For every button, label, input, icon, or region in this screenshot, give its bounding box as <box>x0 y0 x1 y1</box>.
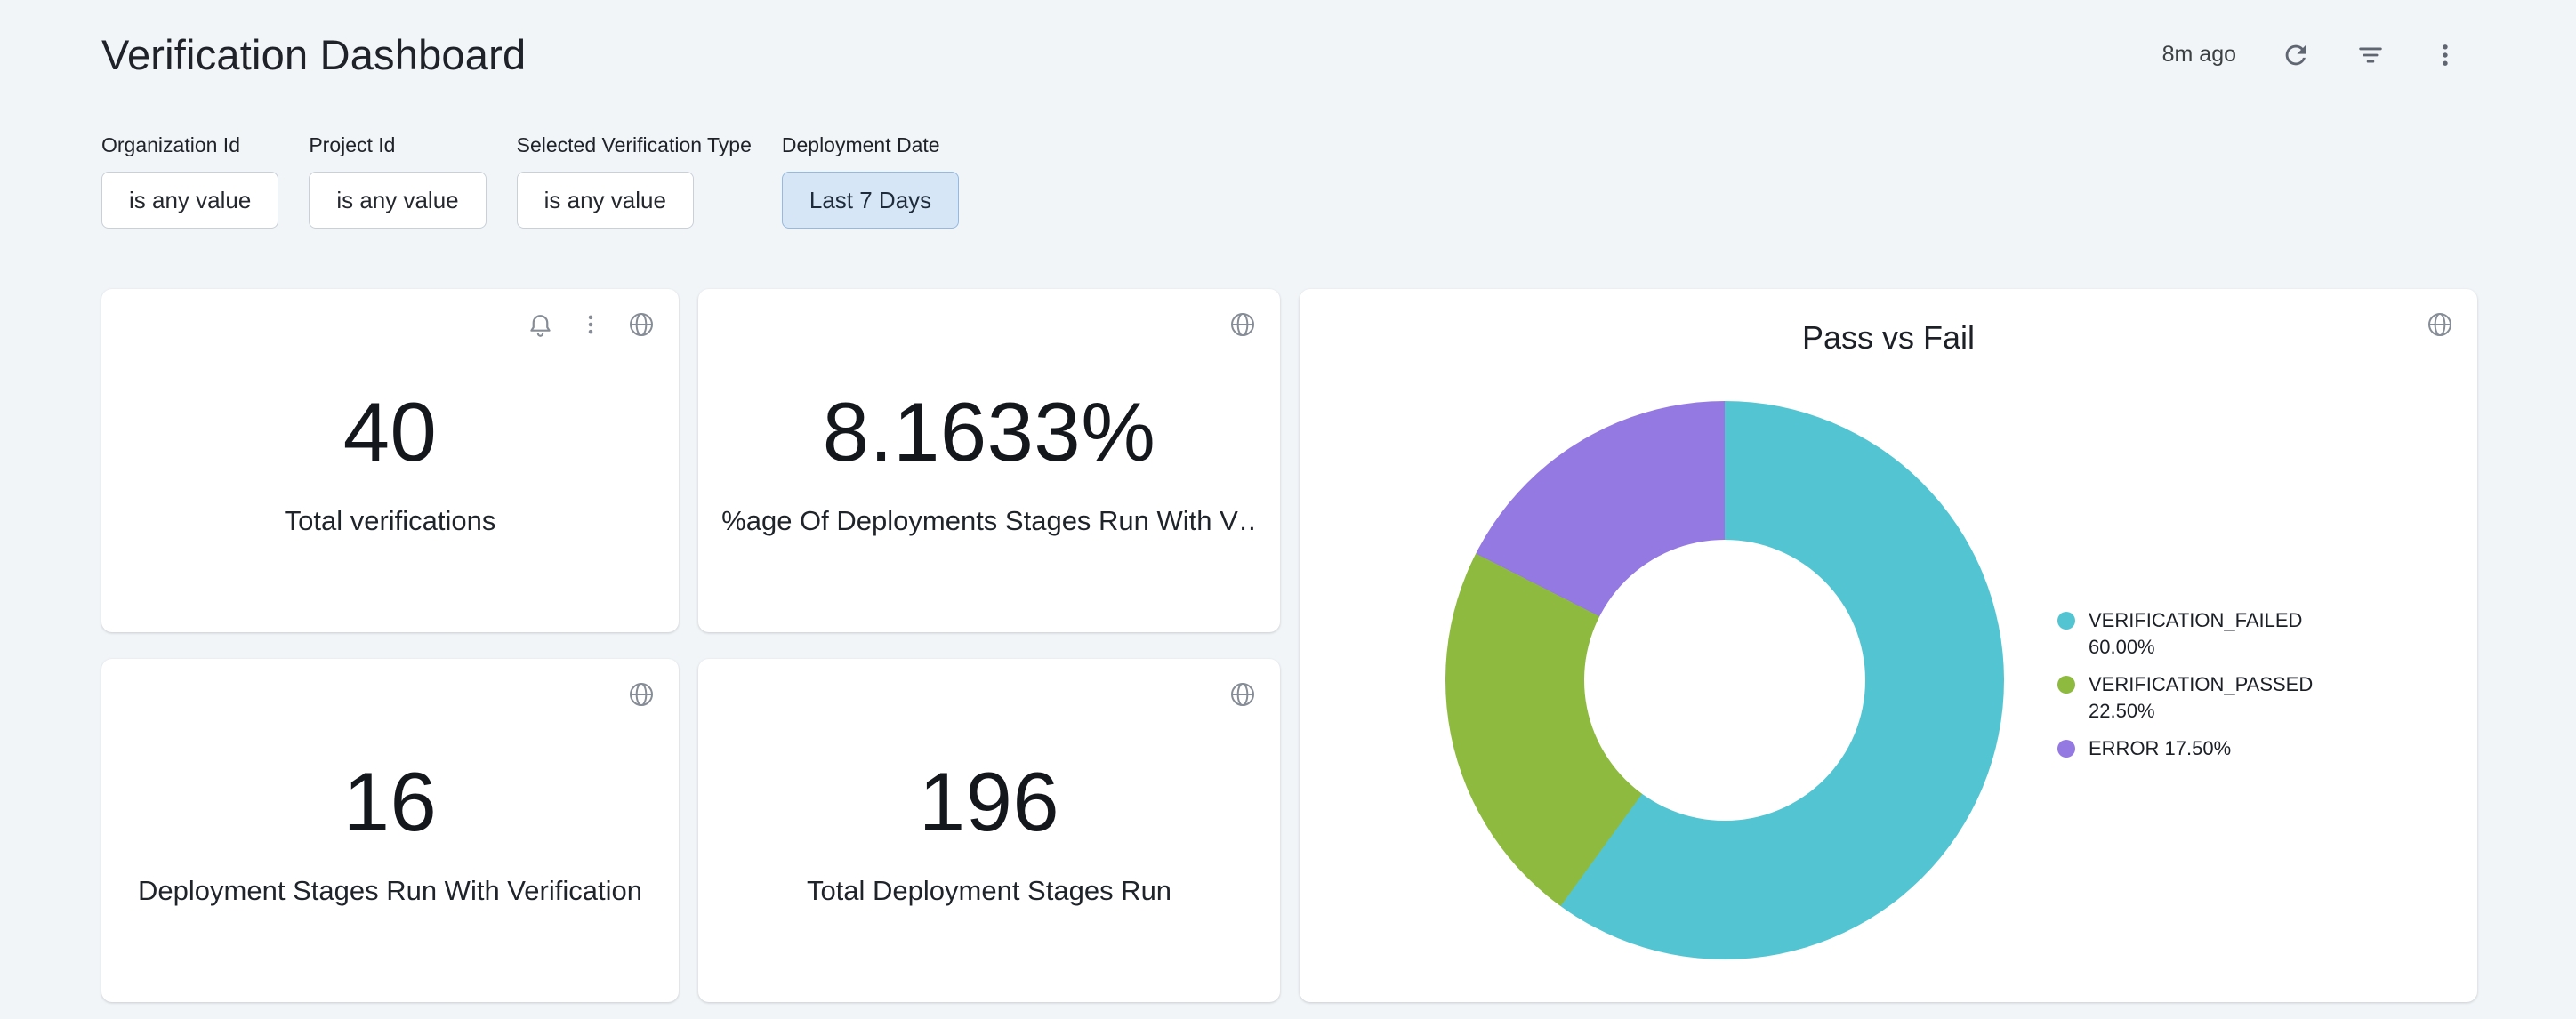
filter-label: Deployment Date <box>782 133 959 157</box>
legend-label: VERIFICATION_PASSED 22.50% <box>2089 671 2364 725</box>
dashboard-header: Verification Dashboard 8m ago <box>101 30 2460 79</box>
globe-icon[interactable] <box>627 310 656 339</box>
stat-value: 40 <box>343 384 438 480</box>
dashboard-page: Verification Dashboard 8m ago Organizati… <box>0 0 2576 1019</box>
filter-label: Organization Id <box>101 133 278 157</box>
last-updated-text: 8m ago <box>2162 42 2236 68</box>
stat-label: Deployment Stages Run With Verification <box>138 875 642 907</box>
chart-legend: VERIFICATION_FAILED 60.00% VERIFICATION_… <box>2057 607 2364 762</box>
filter-deployment-date-button[interactable]: Last 7 Days <box>782 172 959 229</box>
kebab-menu-icon[interactable] <box>577 311 604 338</box>
legend-label: ERROR 17.50% <box>2089 735 2231 762</box>
stat-value: 8.1633% <box>823 384 1156 480</box>
header-actions: 8m ago <box>2162 40 2460 70</box>
stat-value: 16 <box>343 754 438 850</box>
tile-actions <box>627 680 656 709</box>
tile-actions <box>527 310 656 339</box>
legend-item-verification-passed[interactable]: VERIFICATION_PASSED 22.50% <box>2057 671 2364 725</box>
legend-swatch <box>2057 740 2075 758</box>
tile-actions <box>1228 310 1257 339</box>
filter-project-id-button[interactable]: is any value <box>309 172 486 229</box>
tile-total-verifications: 40 Total verifications <box>101 289 679 632</box>
globe-icon[interactable] <box>2426 310 2454 339</box>
globe-icon[interactable] <box>627 680 656 709</box>
filter-project-id: Project Id is any value <box>309 133 486 229</box>
tile-percent-stages-with-verification: 8.1633% %age Of Deployments Stages Run W… <box>698 289 1280 632</box>
filter-bar: Organization Id is any value Project Id … <box>101 133 959 229</box>
tile-stages-run-with-verification: 16 Deployment Stages Run With Verificati… <box>101 659 679 1002</box>
pass-vs-fail-card: Pass vs Fail VERIFICATION_FAILED 60.00% … <box>1300 289 2477 1002</box>
legend-label: VERIFICATION_FAILED 60.00% <box>2089 607 2364 661</box>
filter-verification-type-button[interactable]: is any value <box>517 172 694 229</box>
stat-value: 196 <box>919 754 1059 850</box>
refresh-icon[interactable] <box>2281 40 2311 70</box>
tile-actions <box>2426 310 2454 339</box>
filter-label: Project Id <box>309 133 486 157</box>
filter-verification-type: Selected Verification Type is any value <box>517 133 752 229</box>
legend-item-error[interactable]: ERROR 17.50% <box>2057 735 2364 762</box>
chart-title: Pass vs Fail <box>1300 319 2477 357</box>
kebab-menu-icon[interactable] <box>2430 40 2460 70</box>
filter-icon[interactable] <box>2355 40 2386 70</box>
cards-grid: 40 Total verifications 8.1633% %age Of D… <box>101 289 2477 1002</box>
tile-total-deployment-stages-run: 196 Total Deployment Stages Run <box>698 659 1280 1002</box>
filter-deployment-date: Deployment Date Last 7 Days <box>782 133 959 229</box>
legend-swatch <box>2057 612 2075 630</box>
legend-item-verification-failed[interactable]: VERIFICATION_FAILED 60.00% <box>2057 607 2364 661</box>
stat-label: Total verifications <box>285 505 496 537</box>
donut-chart[interactable] <box>1445 401 2004 959</box>
page-title: Verification Dashboard <box>101 30 526 79</box>
alert-bell-icon[interactable] <box>527 311 554 339</box>
filter-label: Selected Verification Type <box>517 133 752 157</box>
filter-organization-id-button[interactable]: is any value <box>101 172 278 229</box>
globe-icon[interactable] <box>1228 680 1257 709</box>
stat-label: Total Deployment Stages Run <box>807 875 1171 907</box>
tile-actions <box>1228 680 1257 709</box>
globe-icon[interactable] <box>1228 310 1257 339</box>
legend-swatch <box>2057 676 2075 694</box>
stat-label: %age Of Deployments Stages Run With V… <box>721 505 1257 537</box>
filter-organization-id: Organization Id is any value <box>101 133 278 229</box>
